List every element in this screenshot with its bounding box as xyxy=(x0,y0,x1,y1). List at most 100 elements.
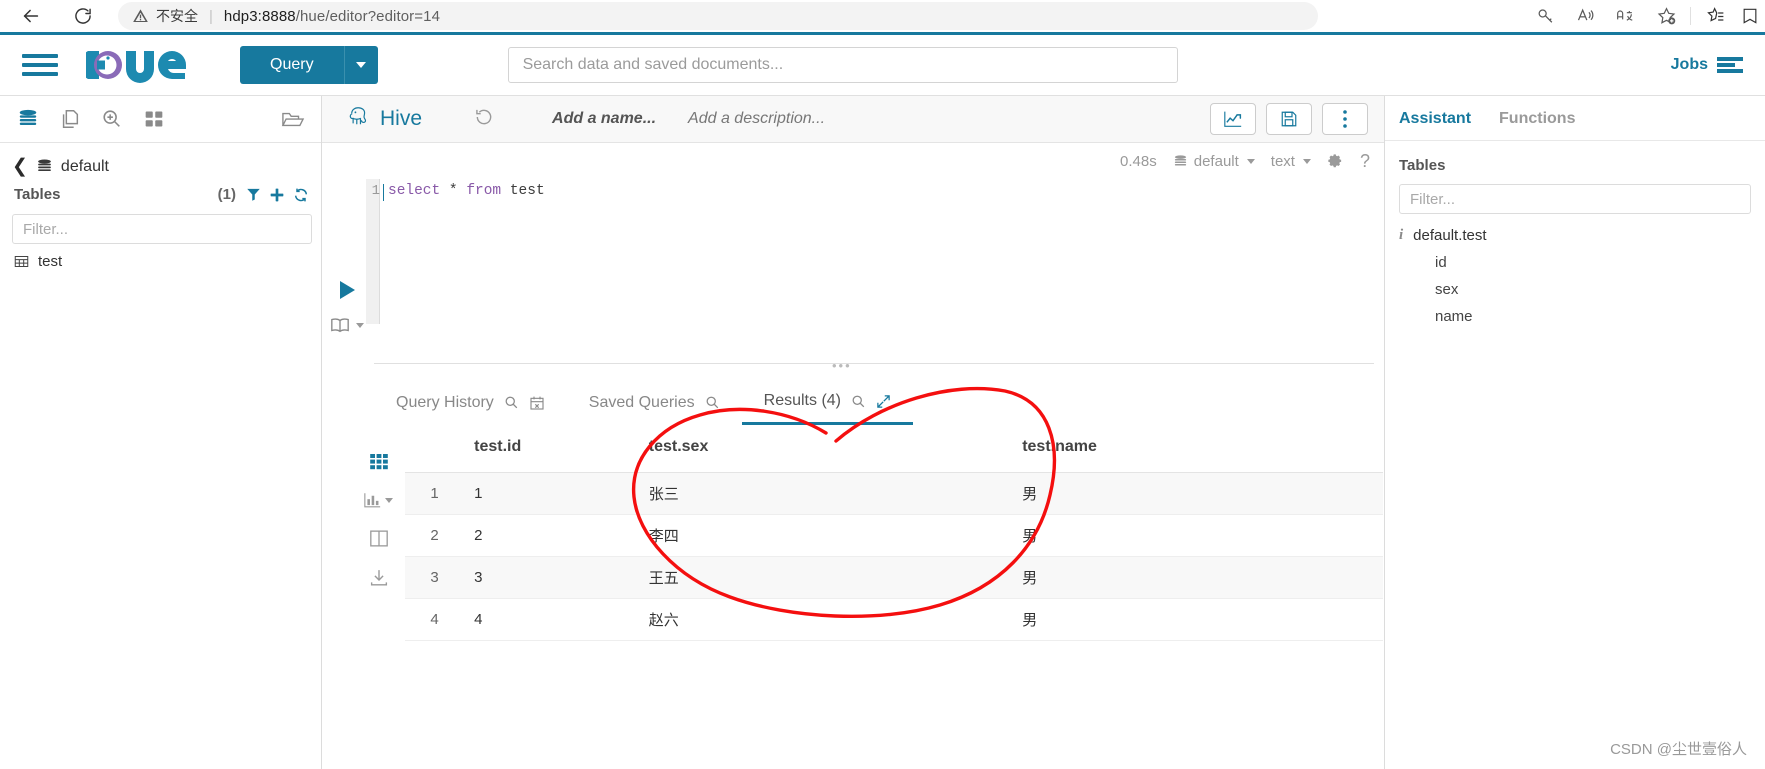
col-header-test-id[interactable]: test.id xyxy=(464,426,639,473)
search-plus-icon[interactable] xyxy=(98,105,126,133)
history-icon[interactable] xyxy=(474,107,494,132)
columns-view-icon[interactable] xyxy=(369,530,388,547)
col-header-test-sex[interactable]: test.sex xyxy=(638,426,1013,473)
table-row[interactable]: 4 4 赵六 男 xyxy=(405,598,1383,641)
tab-results[interactable]: Results (4) xyxy=(741,384,913,425)
table-header-row: test.id test.sex test.name xyxy=(405,426,1383,473)
add-favorite-icon[interactable] xyxy=(1646,0,1686,32)
watermark-text: CSDN @尘世壹俗人 xyxy=(1610,741,1747,758)
reload-icon[interactable] xyxy=(66,0,100,32)
col-header-test-name[interactable]: test.name xyxy=(1012,426,1383,473)
result-format-selector[interactable]: text xyxy=(1271,153,1311,170)
favorites-icon[interactable] xyxy=(1695,0,1735,32)
gear-icon[interactable] xyxy=(1327,153,1344,170)
assistant-column-name[interactable]: name xyxy=(1435,308,1751,325)
execution-duration: 0.48s xyxy=(1120,152,1157,170)
panel-splitter[interactable] xyxy=(374,363,1374,364)
documents-icon[interactable] xyxy=(56,105,84,133)
assistant-column-id[interactable]: id xyxy=(1435,254,1751,271)
chart-icon-button[interactable] xyxy=(1210,103,1256,135)
collections-icon[interactable] xyxy=(1735,0,1765,32)
grid-view-icon[interactable] xyxy=(369,454,388,470)
cell-id: 1 xyxy=(464,472,639,515)
hamburger-menu-icon[interactable] xyxy=(22,50,58,80)
sql-statement[interactable]: select * from test xyxy=(388,183,545,199)
jobs-link[interactable]: Jobs xyxy=(1671,56,1743,74)
cell-sex: 王五 xyxy=(638,556,1013,599)
assistant-filter-input[interactable] xyxy=(1399,184,1751,214)
run-query-button[interactable] xyxy=(339,281,355,299)
database-breadcrumb[interactable]: ❮ default xyxy=(0,143,321,182)
search-icon[interactable] xyxy=(851,394,866,409)
query-dropdown-caret[interactable] xyxy=(343,46,378,84)
search-icon[interactable] xyxy=(504,395,519,410)
cell-sex: 赵六 xyxy=(638,598,1013,641)
sql-table-ref: test xyxy=(501,183,545,199)
add-icon[interactable] xyxy=(269,187,285,203)
search-icon[interactable] xyxy=(705,395,720,410)
folder-open-icon[interactable] xyxy=(279,105,307,133)
tab-query-history[interactable]: Query History xyxy=(374,386,567,424)
calendar-x-icon[interactable] xyxy=(529,395,545,411)
col-header-rownum[interactable] xyxy=(405,426,465,473)
tab-functions[interactable]: Functions xyxy=(1499,110,1575,128)
key-icon[interactable] xyxy=(1526,0,1566,32)
tab-assistant[interactable]: Assistant xyxy=(1399,110,1471,128)
sidebar-table-item-test[interactable]: test xyxy=(0,244,321,270)
cell-id: 2 xyxy=(464,514,639,557)
browser-actions xyxy=(1526,0,1765,32)
query-button-group[interactable]: Query xyxy=(240,46,378,84)
query-button[interactable]: Query xyxy=(240,46,344,84)
help-icon[interactable]: ? xyxy=(1360,151,1370,172)
query-description-field[interactable]: Add a description... xyxy=(688,110,825,128)
cell-sex: 李四 xyxy=(638,514,1013,557)
expand-icon[interactable] xyxy=(876,394,891,409)
download-icon[interactable] xyxy=(370,569,388,586)
log-book-button[interactable] xyxy=(330,317,364,334)
editor-header-buttons xyxy=(1210,103,1368,135)
tables-label: Tables xyxy=(14,186,61,203)
chevron-left-icon[interactable]: ❮ xyxy=(12,157,28,176)
table-row[interactable]: 3 3 王五 男 xyxy=(405,556,1383,599)
url-path: /hue/editor?editor=14 xyxy=(295,7,441,25)
assistant-table-item[interactable]: i default.test xyxy=(1399,227,1751,244)
search-input[interactable] xyxy=(507,47,1178,83)
tab-saved-queries[interactable]: Saved Queries xyxy=(567,386,742,424)
database-selector[interactable]: default xyxy=(1173,153,1255,170)
hue-logo[interactable] xyxy=(86,47,198,83)
chart-view-icon[interactable] xyxy=(364,492,393,508)
chevron-down-icon xyxy=(1302,158,1311,164)
results-view-switcher xyxy=(364,454,393,586)
assist-icon-row xyxy=(0,96,321,143)
sql-keyword-select: select xyxy=(388,183,441,199)
save-icon-button[interactable] xyxy=(1266,103,1312,135)
tables-count: (1) xyxy=(217,186,236,203)
apps-grid-icon[interactable] xyxy=(140,105,168,133)
splitter-grip-icon[interactable]: ••• xyxy=(832,358,852,373)
address-bar[interactable]: 不安全 | hdp3:8888/hue/editor?editor=14 xyxy=(118,2,1318,30)
assistant-column-sex[interactable]: sex xyxy=(1435,281,1751,298)
query-name-field[interactable]: Add a name... xyxy=(552,110,656,128)
line-number: 1 xyxy=(371,183,380,199)
table-row[interactable]: 2 2 李四 男 xyxy=(405,514,1383,557)
cell-name: 男 xyxy=(1012,472,1383,515)
back-arrow-icon[interactable] xyxy=(14,0,48,32)
sql-code-editor[interactable]: 1 select * from test xyxy=(322,179,1384,339)
table-row[interactable]: 1 1 张三 男 xyxy=(405,472,1383,515)
tables-filter-input[interactable] xyxy=(12,214,312,244)
database-stack-icon xyxy=(36,158,53,175)
read-aloud-icon[interactable] xyxy=(1566,0,1606,32)
info-icon[interactable]: i xyxy=(1399,227,1403,244)
refresh-icon[interactable] xyxy=(293,187,309,203)
filter-funnel-icon[interactable] xyxy=(246,187,261,202)
chevron-down-icon xyxy=(356,62,367,68)
assistant-table-name: default.test xyxy=(1413,227,1487,244)
translate-icon[interactable] xyxy=(1606,0,1646,32)
cell-id: 3 xyxy=(464,556,639,599)
more-vertical-icon-button[interactable] xyxy=(1322,103,1368,135)
database-name: default xyxy=(60,157,109,175)
chevron-down-icon xyxy=(356,323,364,328)
hive-engine-label[interactable]: Hive xyxy=(348,105,422,133)
tab-label: Saved Queries xyxy=(588,393,695,411)
database-icon[interactable] xyxy=(14,105,42,133)
